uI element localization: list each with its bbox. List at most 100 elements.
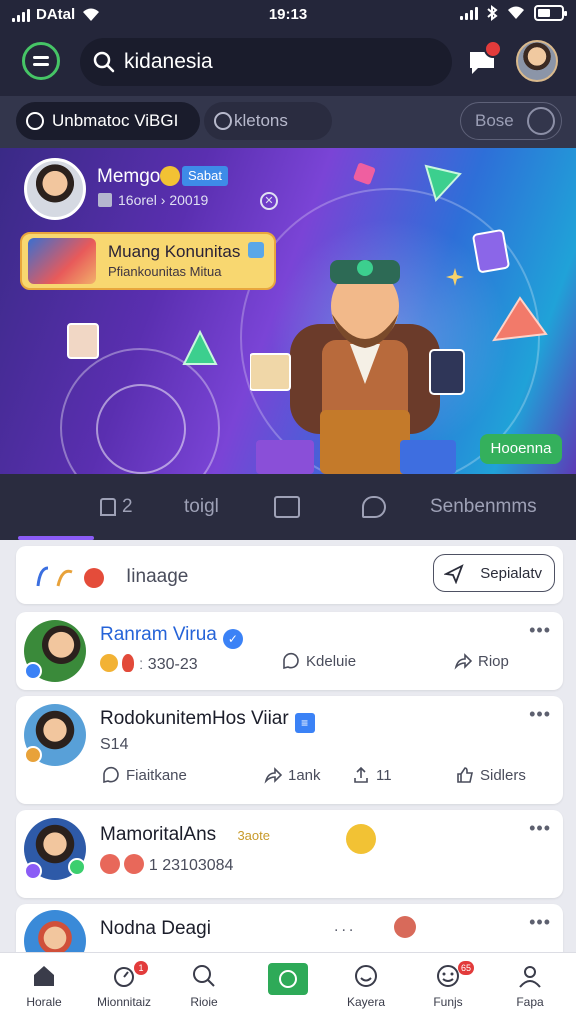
top-header: DAtal 19:13 Unbmatoc ViBGI kletons xyxy=(0,0,576,540)
post-author[interactable]: MamoritalAns 3aote xyxy=(100,824,270,846)
post-card[interactable]: MamoritalAns 3aote 1 23103084 ••• xyxy=(16,810,563,898)
smile-icon xyxy=(355,965,377,987)
save-label: 11 xyxy=(376,766,392,784)
tab-members[interactable]: Senbenmms xyxy=(430,474,537,540)
send-icon xyxy=(444,564,464,584)
close-icon[interactable]: ✕ xyxy=(260,192,278,210)
host-name[interactable]: Memgo xyxy=(97,166,160,188)
post-author[interactable]: RodokunitemHos Viiar ≡ xyxy=(100,708,315,733)
status-dot xyxy=(24,862,42,880)
battery-icon xyxy=(534,5,567,21)
nav-kayera[interactable]: Kayera xyxy=(326,961,406,1021)
nav-home[interactable]: Horale xyxy=(4,961,84,1021)
comment-label: Kdeluie xyxy=(306,652,357,670)
post-meta: S14 xyxy=(100,736,129,753)
host-avatar[interactable] xyxy=(24,158,86,220)
post-author[interactable]: Nodna Deagi xyxy=(100,918,211,940)
hero-banner[interactable]: Memgo Sabat 16orel › 20019 ✕ Muang Konun… xyxy=(0,148,576,474)
more-options-icon[interactable]: ••• xyxy=(529,704,551,725)
post-author[interactable]: Ranram Virua ✓ xyxy=(100,624,243,649)
share-label: 1ank xyxy=(288,766,321,784)
post-tag: 3aote xyxy=(237,828,270,843)
status-dot xyxy=(24,746,42,764)
gallery-icon xyxy=(274,496,300,518)
reaction-icon xyxy=(100,654,118,672)
post-card[interactable]: Nodna Deagi ... ••• xyxy=(16,904,563,952)
reaction-icon xyxy=(124,854,145,874)
tab-chat[interactable] xyxy=(362,474,386,540)
like-button[interactable]: Fiaitkane xyxy=(102,766,187,784)
composer-prompt[interactable]: Iinaage xyxy=(126,566,188,588)
profile-avatar[interactable] xyxy=(516,40,558,82)
ring-icon xyxy=(26,112,44,130)
post-meta: ː 330-23 xyxy=(100,654,198,674)
search-bar[interactable] xyxy=(80,38,452,86)
triangle-decor-icon xyxy=(492,296,548,342)
triangle-decor-icon xyxy=(424,164,462,202)
nav-home-label: Horale xyxy=(26,995,62,1009)
status-bar: DAtal 19:13 xyxy=(0,0,576,30)
more-options-icon[interactable]: ••• xyxy=(529,912,551,933)
nav-funjs[interactable]: 65 Funjs xyxy=(408,961,488,1021)
card-decor-icon xyxy=(353,163,376,185)
host-meta: 16orel › 20019 xyxy=(98,192,208,208)
home-icon xyxy=(100,498,116,516)
tab-gallery[interactable] xyxy=(274,474,300,540)
cell-signal-icon xyxy=(460,6,478,20)
upload-icon xyxy=(354,766,368,783)
chat-bubble-icon xyxy=(362,496,386,518)
feed[interactable]: Iinaage Sepialatv Ranram Virua ✓ ː 330-23… xyxy=(0,540,576,952)
share-action[interactable]: Riop xyxy=(454,652,509,670)
search-input[interactable] xyxy=(124,38,434,86)
host-meta-text: 16orel › 20019 xyxy=(118,192,209,208)
avatar[interactable] xyxy=(24,910,86,952)
tab-inactive[interactable]: kletons xyxy=(204,102,332,140)
stickers-button[interactable]: Sidlers xyxy=(456,766,526,784)
tab-home-label: 2 xyxy=(122,496,133,517)
thumbs-up-icon xyxy=(457,767,473,783)
community-card[interactable]: Muang Konunitas Pfiankounitas Mitua xyxy=(20,232,276,290)
post-meta-text: ː 330-23 xyxy=(138,656,198,673)
calendar-icon xyxy=(98,193,112,207)
fire-icon xyxy=(122,654,135,672)
nav-camera[interactable] xyxy=(268,963,308,995)
comment-button[interactable]: Kdeluie xyxy=(282,652,356,670)
share-button-label: Sepialatv xyxy=(480,564,542,582)
tab-home[interactable]: 2 xyxy=(100,474,133,540)
nav-monitor[interactable]: 1 Mionnitaiz xyxy=(84,961,164,1021)
composer-card[interactable]: Iinaage Sepialatv xyxy=(16,546,563,604)
save-button[interactable]: 11 xyxy=(352,766,392,784)
wifi-icon xyxy=(508,6,524,19)
banner-button[interactable]: Hooenna xyxy=(480,434,562,464)
post-card[interactable]: Ranram Virua ✓ ː 330-23 Kdeluie Riop ••• xyxy=(16,612,563,690)
tab-topics[interactable]: toigl xyxy=(184,474,219,540)
share-action[interactable]: 1ank xyxy=(264,766,321,784)
tab-members-label: Senbenmms xyxy=(430,496,537,517)
sticker-icon xyxy=(36,566,104,588)
avatar xyxy=(394,916,416,938)
section-tabs: 2 toigl Senbenmms xyxy=(0,474,576,540)
ring-icon xyxy=(214,112,232,130)
status-dot xyxy=(68,858,86,876)
host-badge: Sabat xyxy=(182,166,228,186)
post-author-name: MamoritalAns xyxy=(100,824,217,845)
nav-search[interactable]: Rioie xyxy=(164,961,244,1021)
post-meta: 1 23103084 xyxy=(100,854,233,875)
comment-icon xyxy=(283,652,299,670)
like-label: Fiaitkane xyxy=(126,766,187,784)
stickers-label: Sidlers xyxy=(480,766,526,784)
more-options-icon[interactable]: ••• xyxy=(529,620,551,641)
menu-button[interactable] xyxy=(22,42,60,80)
camera-icon xyxy=(279,970,297,988)
share-arrow-icon xyxy=(454,653,472,670)
more-options-icon[interactable]: ••• xyxy=(529,818,551,839)
bottom-nav: Horale 1 Mionnitaiz Rioie Kayera 65 Funj… xyxy=(0,952,576,1024)
post-card[interactable]: RodokunitemHos Viiar ≡ S14 Fiaitkane 1ank… xyxy=(16,696,563,804)
nav-profile[interactable]: Fapa xyxy=(490,961,570,1021)
search-icon xyxy=(193,965,215,987)
sort-label: Bose xyxy=(475,111,514,130)
share-button[interactable]: Sepialatv xyxy=(433,554,555,592)
sort-button[interactable]: Bose xyxy=(460,102,562,140)
tab-active[interactable]: Unbmatoc ViBGI xyxy=(16,102,200,140)
angry-emoji-icon xyxy=(346,824,376,854)
